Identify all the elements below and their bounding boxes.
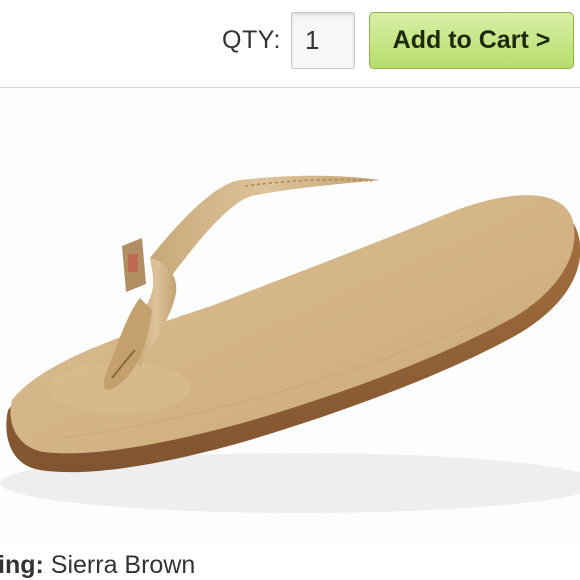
color-option: ing: Sierra Brown (0, 551, 195, 580)
color-value: Sierra Brown (50, 551, 196, 579)
quantity-input[interactable] (291, 12, 355, 69)
color-label: ing: (0, 551, 44, 579)
product-info-bar: ing: Sierra Brown (0, 545, 580, 580)
product-image (0, 88, 580, 545)
flip-flop-sandal-icon (0, 175, 580, 513)
purchase-bar: QTY: Add to Cart > (0, 0, 580, 86)
qty-label: QTY: (222, 26, 281, 54)
add-to-cart-button[interactable]: Add to Cart > (369, 12, 574, 69)
